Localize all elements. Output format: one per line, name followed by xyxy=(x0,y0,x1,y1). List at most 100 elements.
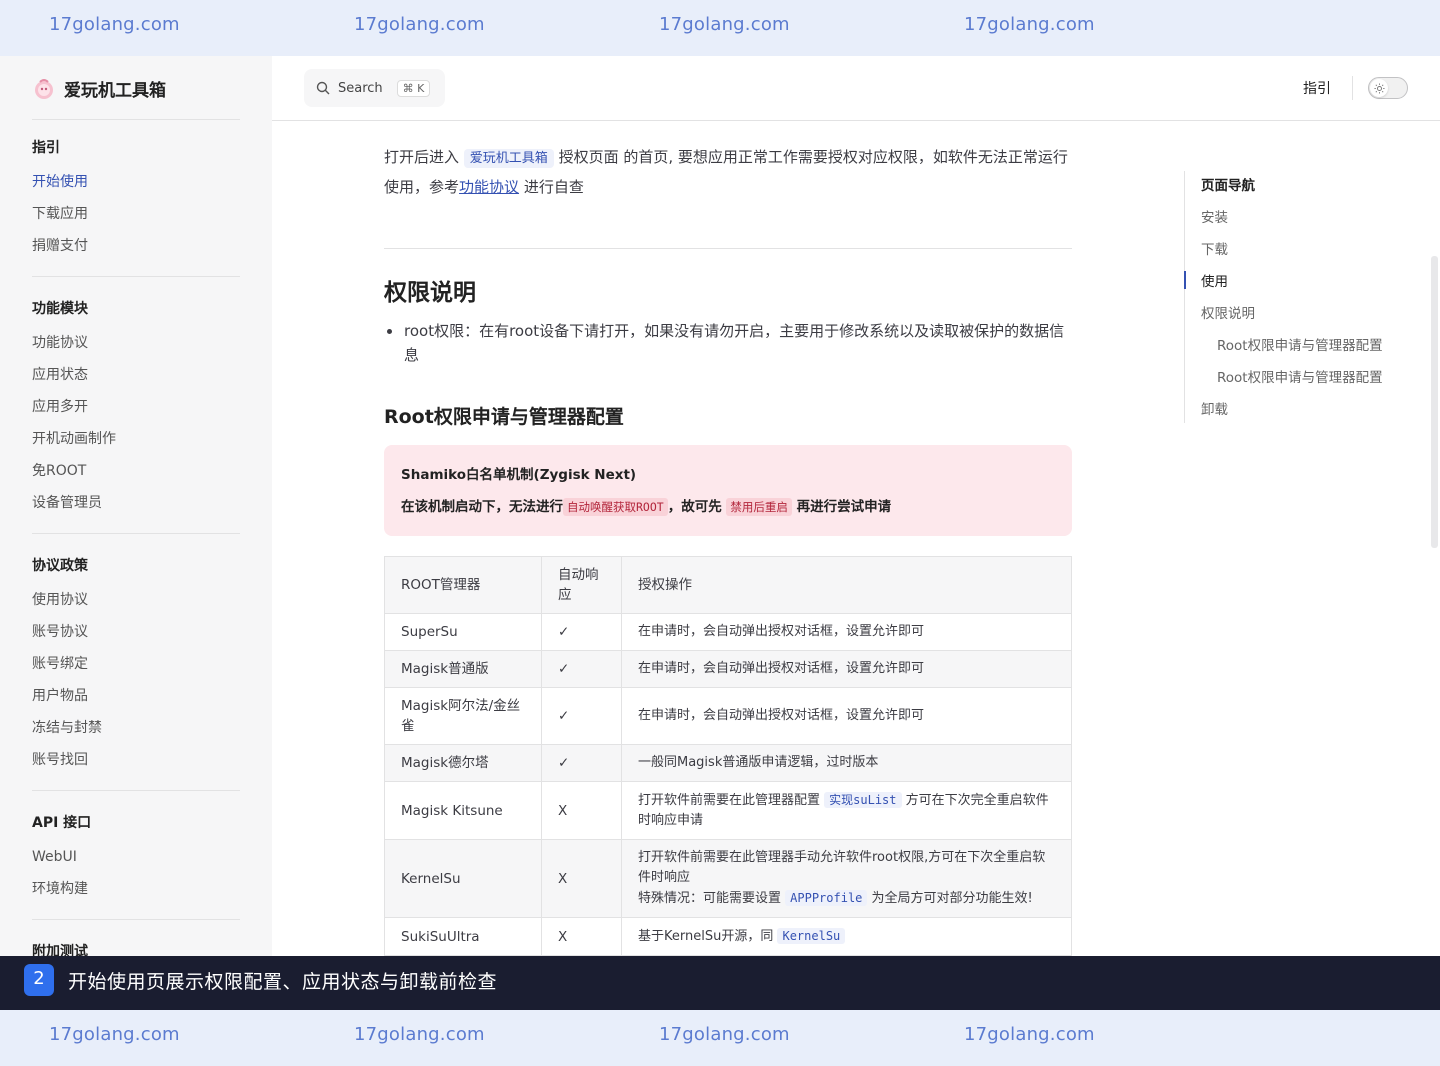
search-button[interactable]: Search ⌘ K xyxy=(304,69,445,107)
table-row: KernelSu X 打开软件前需要在此管理器手动允许软件root权限,方可在下次全… xyxy=(384,839,1072,918)
sidebar-item[interactable]: 冻结与封禁 xyxy=(32,712,240,744)
watermark-text: 17golang.com xyxy=(354,1024,485,1045)
root-permission-item: root权限：在有root设备下请打开，如果没有请勿开启，主要用于修改系统以及读… xyxy=(387,319,1072,367)
column-header-manager: ROOT管理器 xyxy=(384,556,542,614)
table-row: SukiSuUltra X 基于KernelSu开源，同 KernelSu xyxy=(384,917,1072,956)
operation-text: 基于KernelSu开源，同 xyxy=(638,929,774,944)
watermark-text: 17golang.com xyxy=(964,1024,1095,1045)
brand-name: 爱玩机工具箱 xyxy=(64,81,166,101)
manager-cell: KernelSu xyxy=(384,839,542,918)
app-name-tag: 爱玩机工具箱 xyxy=(463,149,554,168)
operation-text: 特殊情况：可能需要设置 xyxy=(638,891,782,906)
sidebar-item[interactable]: 设备管理员 xyxy=(32,487,240,519)
operation-text: 在申请时，会自动弹出授权对话框，设置允许即可 xyxy=(638,708,925,723)
intro-text-pre: 打开后进入 xyxy=(384,148,460,166)
scrollbar-thumb[interactable] xyxy=(1431,256,1438,548)
auto-response-cell: ✓ xyxy=(541,650,622,688)
operation-cell: 在申请时，会自动弹出授权对话框，设置允许即可 xyxy=(621,687,1072,745)
sidebar-item[interactable]: 用户物品 xyxy=(32,680,240,712)
sidebar-item[interactable]: 环境构建 xyxy=(32,873,240,905)
operation-text: 打开软件前需要在此管理器配置 xyxy=(638,793,821,808)
danger-callout: Shamiko白名单机制(Zygisk Next) 在该机制启动下，无法进行 自动… xyxy=(384,445,1072,536)
auto-response-cell: X xyxy=(541,917,622,956)
watermark-text: 17golang.com xyxy=(964,14,1095,35)
sidebar-item[interactable]: 应用状态 xyxy=(32,359,240,391)
intro-paragraph: 打开后进入 爱玩机工具箱 授权页面 的首页, 要想应用正常工作需要授权对应权限，… xyxy=(384,143,1072,202)
auto-response-cell: ✓ xyxy=(541,687,622,745)
caption-text: 开始使用页展示权限配置、应用状态与卸载前检查 xyxy=(68,971,498,993)
nav-group-title: 附加测试 xyxy=(32,944,88,956)
callout-text-mid: ，故可先 xyxy=(667,499,722,515)
watermark-bar-bottom: 17golang.com 17golang.com 17golang.com 1… xyxy=(0,1010,1440,1066)
inline-code: APPProfile xyxy=(785,890,868,906)
feature-protocol-link[interactable]: 功能协议 xyxy=(459,178,519,196)
outline-item[interactable]: Root权限申请与管理器配置 xyxy=(1217,334,1383,354)
sidebar-item[interactable]: 捐赠支付 xyxy=(32,230,240,262)
operation-cell: 在申请时，会自动弹出授权对话框，设置允许即可 xyxy=(621,613,1072,651)
root-manager-table: ROOT管理器 自动响应 授权操作 SuperSu ✓ 在申请时，会自动弹出授权对话… xyxy=(384,556,1072,956)
inline-code: 实现suList xyxy=(824,792,902,808)
sidebar-item[interactable]: 应用多开 xyxy=(32,391,240,423)
auto-wake-tag: 自动唤醒获取ROOT xyxy=(563,498,668,516)
sidebar-item[interactable]: WebUI xyxy=(32,841,240,873)
nav-group-title: 指引 xyxy=(32,140,60,156)
nav-group: 协议政策使用协议 账号协议 账号绑定 用户物品 冻结与封禁 账号找回 xyxy=(32,552,240,791)
nav-group: 指引开始使用 下载应用 捐赠支付 xyxy=(32,134,240,277)
brand-link[interactable]: 爱玩机工具箱 xyxy=(32,76,166,101)
nav-group: API 接口 WebUI 环境构建 xyxy=(32,809,240,920)
search-shortcut: ⌘ K xyxy=(396,79,431,97)
outline-item[interactable]: 卸载 xyxy=(1201,398,1228,418)
caption-bar: 2 开始使用页展示权限配置、应用状态与卸载前检查 xyxy=(0,956,1440,1010)
manager-cell: SuperSu xyxy=(384,613,542,651)
manager-cell: SukiSuUltra xyxy=(384,917,542,956)
search-label: Search xyxy=(338,80,383,96)
sidebar-item[interactable]: 开机动画制作 xyxy=(32,423,240,455)
sidebar-item[interactable]: 账号绑定 xyxy=(32,648,240,680)
outline-item[interactable]: 安装 xyxy=(1201,206,1228,226)
sidebar-item[interactable]: 下载应用 xyxy=(32,198,240,230)
search-icon xyxy=(316,81,330,95)
watermark-text: 17golang.com xyxy=(49,1024,180,1045)
outline-active-marker xyxy=(1184,271,1186,289)
bullet-dot xyxy=(387,329,392,334)
outline-item[interactable]: 权限说明 xyxy=(1201,302,1255,322)
watermark-text: 17golang.com xyxy=(354,14,485,35)
nav-link-guide[interactable]: 指引 xyxy=(1303,78,1331,98)
inline-code: KernelSu xyxy=(777,928,846,944)
watermark-text: 17golang.com xyxy=(659,14,790,35)
outline-item[interactable]: 使用 xyxy=(1201,270,1228,290)
callout-title: Shamiko白名单机制(Zygisk Next) xyxy=(401,467,637,483)
callout-text: 在该机制启动下，无法进行 自动唤醒获取ROOT ，故可先 禁用后重启 再进行尝试申请 xyxy=(401,495,1055,516)
table-row: Magisk德尔塔 ✓ 一般同Magisk普通版申请逻辑，过时版本 xyxy=(384,744,1072,782)
outline-item[interactable]: 下载 xyxy=(1201,238,1228,258)
operation-text: 在申请时，会自动弹出授权对话框，设置允许即可 xyxy=(638,661,925,676)
table-row: Magisk阿尔法/金丝雀 ✓ 在申请时，会自动弹出授权对话框，设置允许即可 xyxy=(384,687,1072,745)
logo-icon xyxy=(35,78,53,99)
permissions-heading: 权限说明 xyxy=(384,280,476,306)
outline-title: 页面导航 xyxy=(1201,178,1255,194)
sidebar: 爱玩机工具箱 指引 开始使用 下载应用 捐赠支付 功能模块 功能协议 应用状态 应用多开 开机动… xyxy=(0,56,272,956)
sidebar-item[interactable]: 免ROOT xyxy=(32,455,240,487)
root-config-heading: Root权限申请与管理器配置 xyxy=(384,406,624,428)
nav-group-title: 协议政策 xyxy=(32,558,88,574)
disable-restart-tag: 禁用后重启 xyxy=(726,498,792,516)
doc-content: 打开后进入 爱玩机工具箱 授权页面 的首页, 要想应用正常工作需要授权对应权限，… xyxy=(384,121,1072,956)
step-badge: 2 xyxy=(24,964,54,996)
operation-text: 在申请时，会自动弹出授权对话框，设置允许即可 xyxy=(638,624,925,639)
theme-toggle[interactable] xyxy=(1368,77,1408,99)
sidebar-item[interactable]: 账号协议 xyxy=(32,616,240,648)
sidebar-item[interactable]: 开始使用 xyxy=(32,166,240,198)
table-row: Magisk普通版 ✓ 在申请时，会自动弹出授权对话框，设置允许即可 xyxy=(384,650,1072,688)
callout-text-pre: 在该机制启动下，无法进行 xyxy=(401,499,563,515)
sidebar-item[interactable]: 功能协议 xyxy=(32,327,240,359)
operation-cell: 打开软件前需要在此管理器配置 实现suList 方可在下次完全重启软件时响应申请 xyxy=(621,781,1072,840)
nav-group-title: API 接口 xyxy=(32,815,92,831)
sidebar-item[interactable]: 使用协议 xyxy=(32,584,240,616)
outline-item[interactable]: Root权限申请与管理器配置 xyxy=(1217,366,1383,386)
sidebar-item[interactable]: 账号找回 xyxy=(32,744,240,776)
nav-group: 附加测试 xyxy=(32,938,240,956)
operation-cell: 基于KernelSu开源，同 KernelSu xyxy=(621,917,1072,956)
manager-cell: Magisk阿尔法/金丝雀 xyxy=(384,687,542,745)
operation-cell: 一般同Magisk普通版申请逻辑，过时版本 xyxy=(621,744,1072,782)
operation-text: 打开软件前需要在此管理器手动允许软件root权限,方可在下次全重启软件时响应 xyxy=(638,850,1046,885)
